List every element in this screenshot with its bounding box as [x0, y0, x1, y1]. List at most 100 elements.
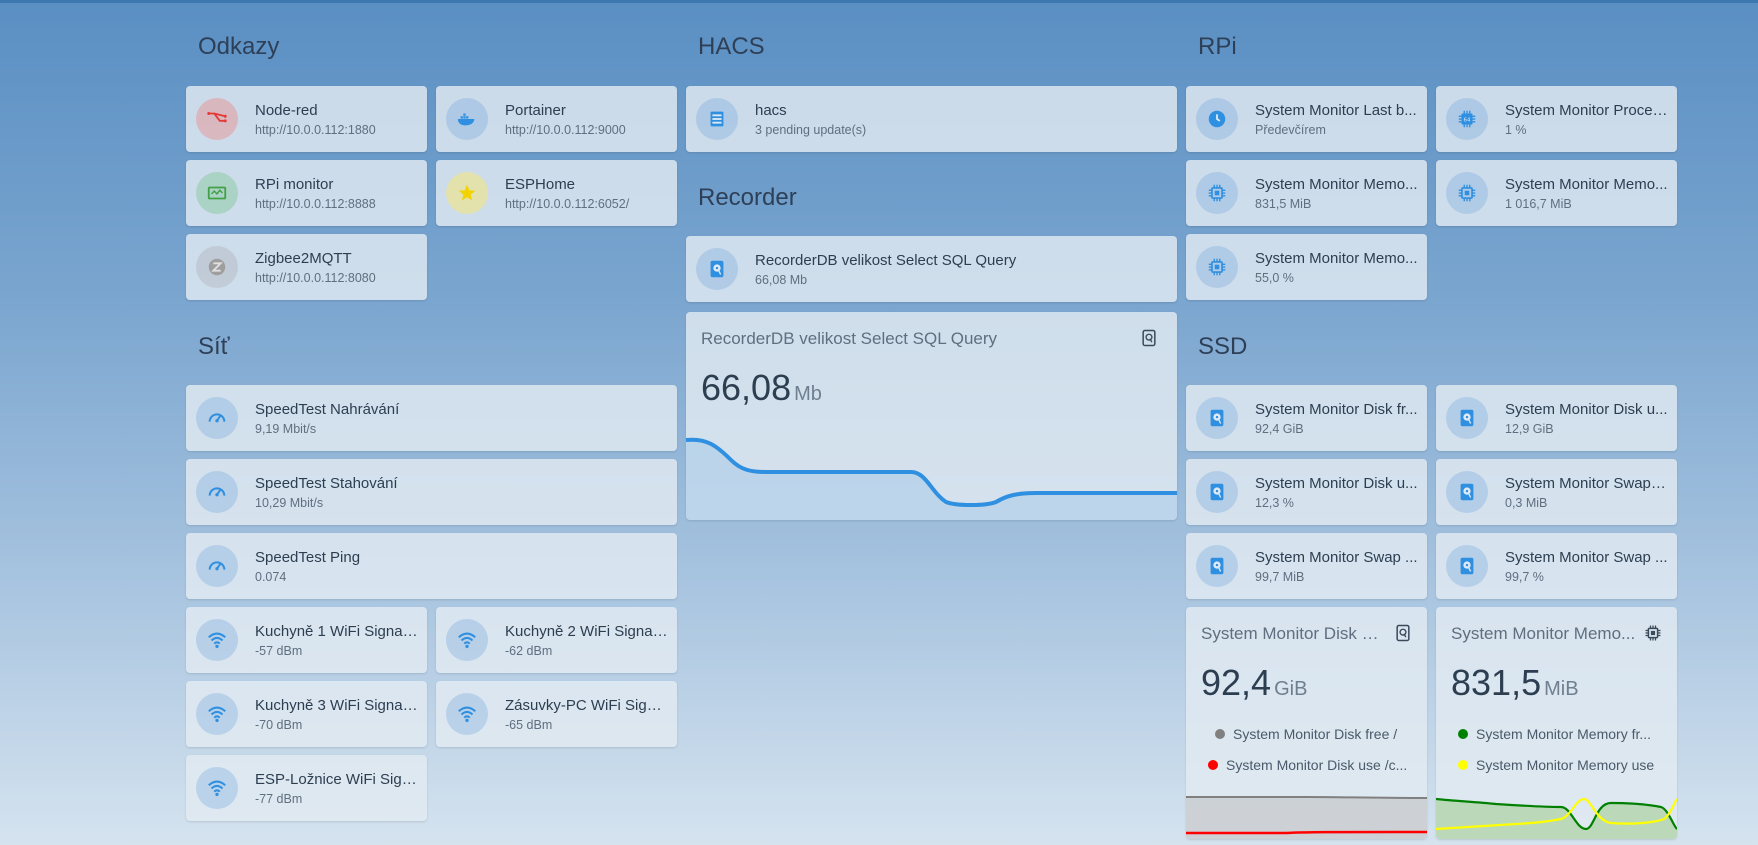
entity-name: SpeedTest Ping: [255, 548, 361, 566]
cpu-64-icon: 64: [1446, 98, 1488, 140]
wifi-entity-kuchyne-2[interactable]: Kuchyně 2 WiFi Signal ... -62 dBm: [436, 607, 677, 673]
recorder-entity[interactable]: RecorderDB velikost Select SQL Query 66,0…: [686, 236, 1177, 302]
ssd-entity-swap-use[interactable]: System Monitor Swap ... 99,7 MiB: [1186, 533, 1427, 599]
hacs-name: hacs: [755, 101, 787, 119]
wifi-entity-zasuvky-pc[interactable]: Zásuvky-PC WiFi Signal... -65 dBm: [436, 681, 677, 747]
link-url: http://10.0.0.112:8080: [255, 270, 376, 285]
section-title-rpi: RPi: [1198, 33, 1237, 60]
sensor-value-row: 831,5 MiB: [1451, 662, 1579, 704]
link-name: ESPHome: [505, 175, 576, 193]
entity-name: ESP-Ložnice WiFi Signa...: [255, 770, 419, 788]
link-card-portainer[interactable]: Portainer http://10.0.0.112:9000: [436, 86, 677, 152]
ssd-entity-disk-free[interactable]: System Monitor Disk fr... 92,4 GiB: [1186, 385, 1427, 451]
harddisk-icon: [1142, 329, 1156, 347]
wifi-icon: [446, 619, 488, 661]
legend-dot: [1458, 729, 1468, 739]
entity-name: System Monitor Swap f...: [1505, 474, 1669, 492]
recorder-name: RecorderDB velikost Select SQL Query: [755, 251, 1017, 269]
link-url: http://10.0.0.112:9000: [505, 122, 626, 137]
ssd-entity-swap-use-percent[interactable]: System Monitor Swap ... 99,7 %: [1436, 533, 1677, 599]
rpi-entity-processor[interactable]: 64 System Monitor Proces... 1 %: [1436, 86, 1677, 152]
entity-state: 0.074: [255, 569, 287, 584]
disk-free-graph-card[interactable]: System Monitor Disk fr... 92,4 GiB System…: [1186, 607, 1427, 839]
section-title-sit: Síť: [198, 333, 230, 360]
sensor-title: RecorderDB velikost Select SQL Query: [701, 329, 998, 348]
harddisk-icon: [1196, 545, 1238, 587]
recorder-state: 66,08 Mb: [755, 272, 808, 287]
link-url: http://10.0.0.112:1880: [255, 122, 376, 137]
wifi-icon: [196, 693, 238, 735]
speedtest-download-entity[interactable]: SpeedTest Stahování 10,29 Mbit/s: [186, 459, 677, 525]
sensor-unit: GiB: [1274, 678, 1308, 700]
entity-state: -70 dBm: [255, 717, 303, 732]
speedtest-upload-entity[interactable]: SpeedTest Nahrávání 9,19 Mbit/s: [186, 385, 677, 451]
link-card-node-red[interactable]: Node-red http://10.0.0.112:1880: [186, 86, 427, 152]
entity-name: System Monitor Memo...: [1255, 175, 1418, 193]
harddisk-icon: [1196, 471, 1238, 513]
wifi-entity-esp-loznice[interactable]: ESP-Ložnice WiFi Signa... -77 dBm: [186, 755, 427, 821]
ssd-entity-disk-use-percent[interactable]: System Monitor Disk u... 12,3 %: [1186, 459, 1427, 525]
legend-label: System Monitor Memory use: [1476, 757, 1655, 773]
disk-history-graph: [1186, 796, 1427, 839]
wifi-icon: [446, 693, 488, 735]
sensor-title: System Monitor Disk fr...: [1201, 624, 1381, 643]
entity-name: System Monitor Swap ...: [1505, 548, 1668, 566]
rpi-entity-memory-3[interactable]: System Monitor Memo... 55,0 %: [1186, 234, 1427, 300]
link-name: Portainer: [505, 101, 566, 119]
speedometer-icon: [196, 545, 238, 587]
entity-name: Kuchyně 3 WiFi Signal ...: [255, 696, 419, 714]
sensor-unit: Mb: [794, 383, 822, 405]
ssd-entity-swap-free[interactable]: System Monitor Swap f... 0,3 MiB: [1436, 459, 1677, 525]
harddisk-icon: [1446, 397, 1488, 439]
link-card-esphome[interactable]: ESPHome http://10.0.0.112:6052/: [436, 160, 677, 226]
wifi-entity-kuchyne-3[interactable]: Kuchyně 3 WiFi Signal ... -70 dBm: [186, 681, 427, 747]
harddisk-icon: [1446, 545, 1488, 587]
harddisk-icon: [1196, 397, 1238, 439]
chip-icon: [1645, 625, 1661, 641]
entity-name: SpeedTest Nahrávání: [255, 400, 400, 418]
rpi-entity-memory-1[interactable]: System Monitor Memo... 831,5 MiB: [1186, 160, 1427, 226]
section-title-hacs: HACS: [698, 33, 765, 60]
rpi-entity-last-boot[interactable]: System Monitor Last b... Předevčírem: [1186, 86, 1427, 152]
entity-name: System Monitor Disk fr...: [1255, 400, 1418, 418]
chip-icon: [1446, 172, 1488, 214]
entity-state: 831,5 MiB: [1255, 196, 1312, 211]
entity-name: System Monitor Memo...: [1505, 175, 1668, 193]
docker-icon: [446, 98, 488, 140]
entity-state: -62 dBm: [505, 643, 553, 658]
star-icon: [446, 172, 488, 214]
legend-dot: [1208, 760, 1218, 770]
sensor-value: 831,5: [1451, 662, 1542, 703]
recorder-sensor-card[interactable]: RecorderDB velikost Select SQL Query 66,…: [686, 312, 1177, 520]
legend-dot: [1215, 729, 1225, 739]
link-card-zigbee2mqtt[interactable]: Zigbee2MQTT http://10.0.0.112:8080: [186, 234, 427, 300]
wifi-entity-kuchyne-1[interactable]: Kuchyně 1 WiFi Signal S... -57 dBm: [186, 607, 427, 673]
link-card-rpi-monitor[interactable]: RPi monitor http://10.0.0.112:8888: [186, 160, 427, 226]
legend-label: System Monitor Memory fr...: [1476, 726, 1652, 742]
entity-name: Kuchyně 2 WiFi Signal ...: [505, 622, 669, 640]
legend-item-memory-free: System Monitor Memory fr...: [1458, 726, 1651, 742]
entity-name: Zásuvky-PC WiFi Signal...: [505, 696, 669, 714]
legend-label: System Monitor Disk use /c...: [1226, 757, 1408, 773]
hacs-entity[interactable]: hacs 3 pending update(s): [686, 86, 1177, 152]
chip-icon: [1196, 246, 1238, 288]
memory-graph-card[interactable]: System Monitor Memo... 831,5 MiB System M…: [1436, 607, 1677, 839]
speedtest-ping-entity[interactable]: SpeedTest Ping 0.074: [186, 533, 677, 599]
entity-state: 0,3 MiB: [1505, 495, 1548, 510]
entity-name: System Monitor Disk u...: [1505, 400, 1668, 418]
legend-label: System Monitor Disk free /: [1233, 726, 1398, 742]
rpi-entity-memory-2[interactable]: System Monitor Memo... 1 016,7 MiB: [1436, 160, 1677, 226]
zigbee-icon: [196, 246, 238, 288]
entity-state: 92,4 GiB: [1255, 421, 1304, 436]
entity-name: System Monitor Memo...: [1255, 249, 1418, 267]
sensor-value: 66,08: [701, 367, 792, 408]
entity-state: -65 dBm: [505, 717, 553, 732]
entity-state: -57 dBm: [255, 643, 303, 658]
section-title-ssd: SSD: [1198, 333, 1248, 360]
sensor-value: 92,4: [1201, 662, 1272, 703]
entity-state: 9,19 Mbit/s: [255, 421, 317, 436]
speedometer-icon: [196, 471, 238, 513]
ssd-entity-disk-use[interactable]: System Monitor Disk u... 12,9 GiB: [1436, 385, 1677, 451]
monitor-icon: [196, 172, 238, 214]
section-title-odkazy: Odkazy: [198, 33, 280, 60]
